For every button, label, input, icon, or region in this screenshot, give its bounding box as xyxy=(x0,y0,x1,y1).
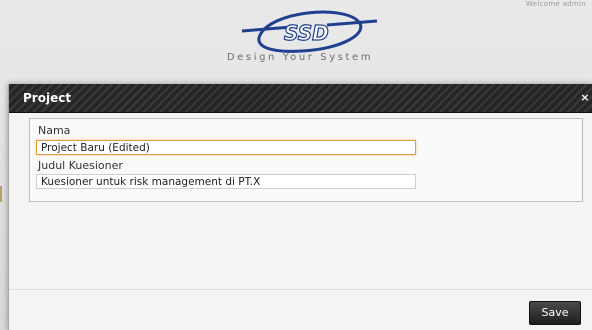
welcome-text: Welcome admin xyxy=(525,0,586,8)
background-mark xyxy=(0,186,2,202)
project-dialog: Project × Nama Judul Kuesioner Save xyxy=(8,84,592,330)
logo-text: SSD xyxy=(284,21,329,45)
form-panel: Nama Judul Kuesioner xyxy=(29,118,583,202)
close-icon[interactable]: × xyxy=(579,92,591,104)
tagline: Design Your System xyxy=(226,52,374,63)
save-button[interactable]: Save xyxy=(529,301,581,325)
dialog-header: Project × xyxy=(9,84,592,113)
judul-kuesioner-label: Judul Kuesioner xyxy=(38,159,123,172)
dialog-title: Project xyxy=(23,91,72,105)
nama-label: Nama xyxy=(38,124,71,137)
ssd-logo: SSD xyxy=(241,10,378,53)
judul-kuesioner-input[interactable] xyxy=(36,174,416,189)
nama-input[interactable] xyxy=(36,140,416,155)
footer-divider xyxy=(9,289,592,290)
